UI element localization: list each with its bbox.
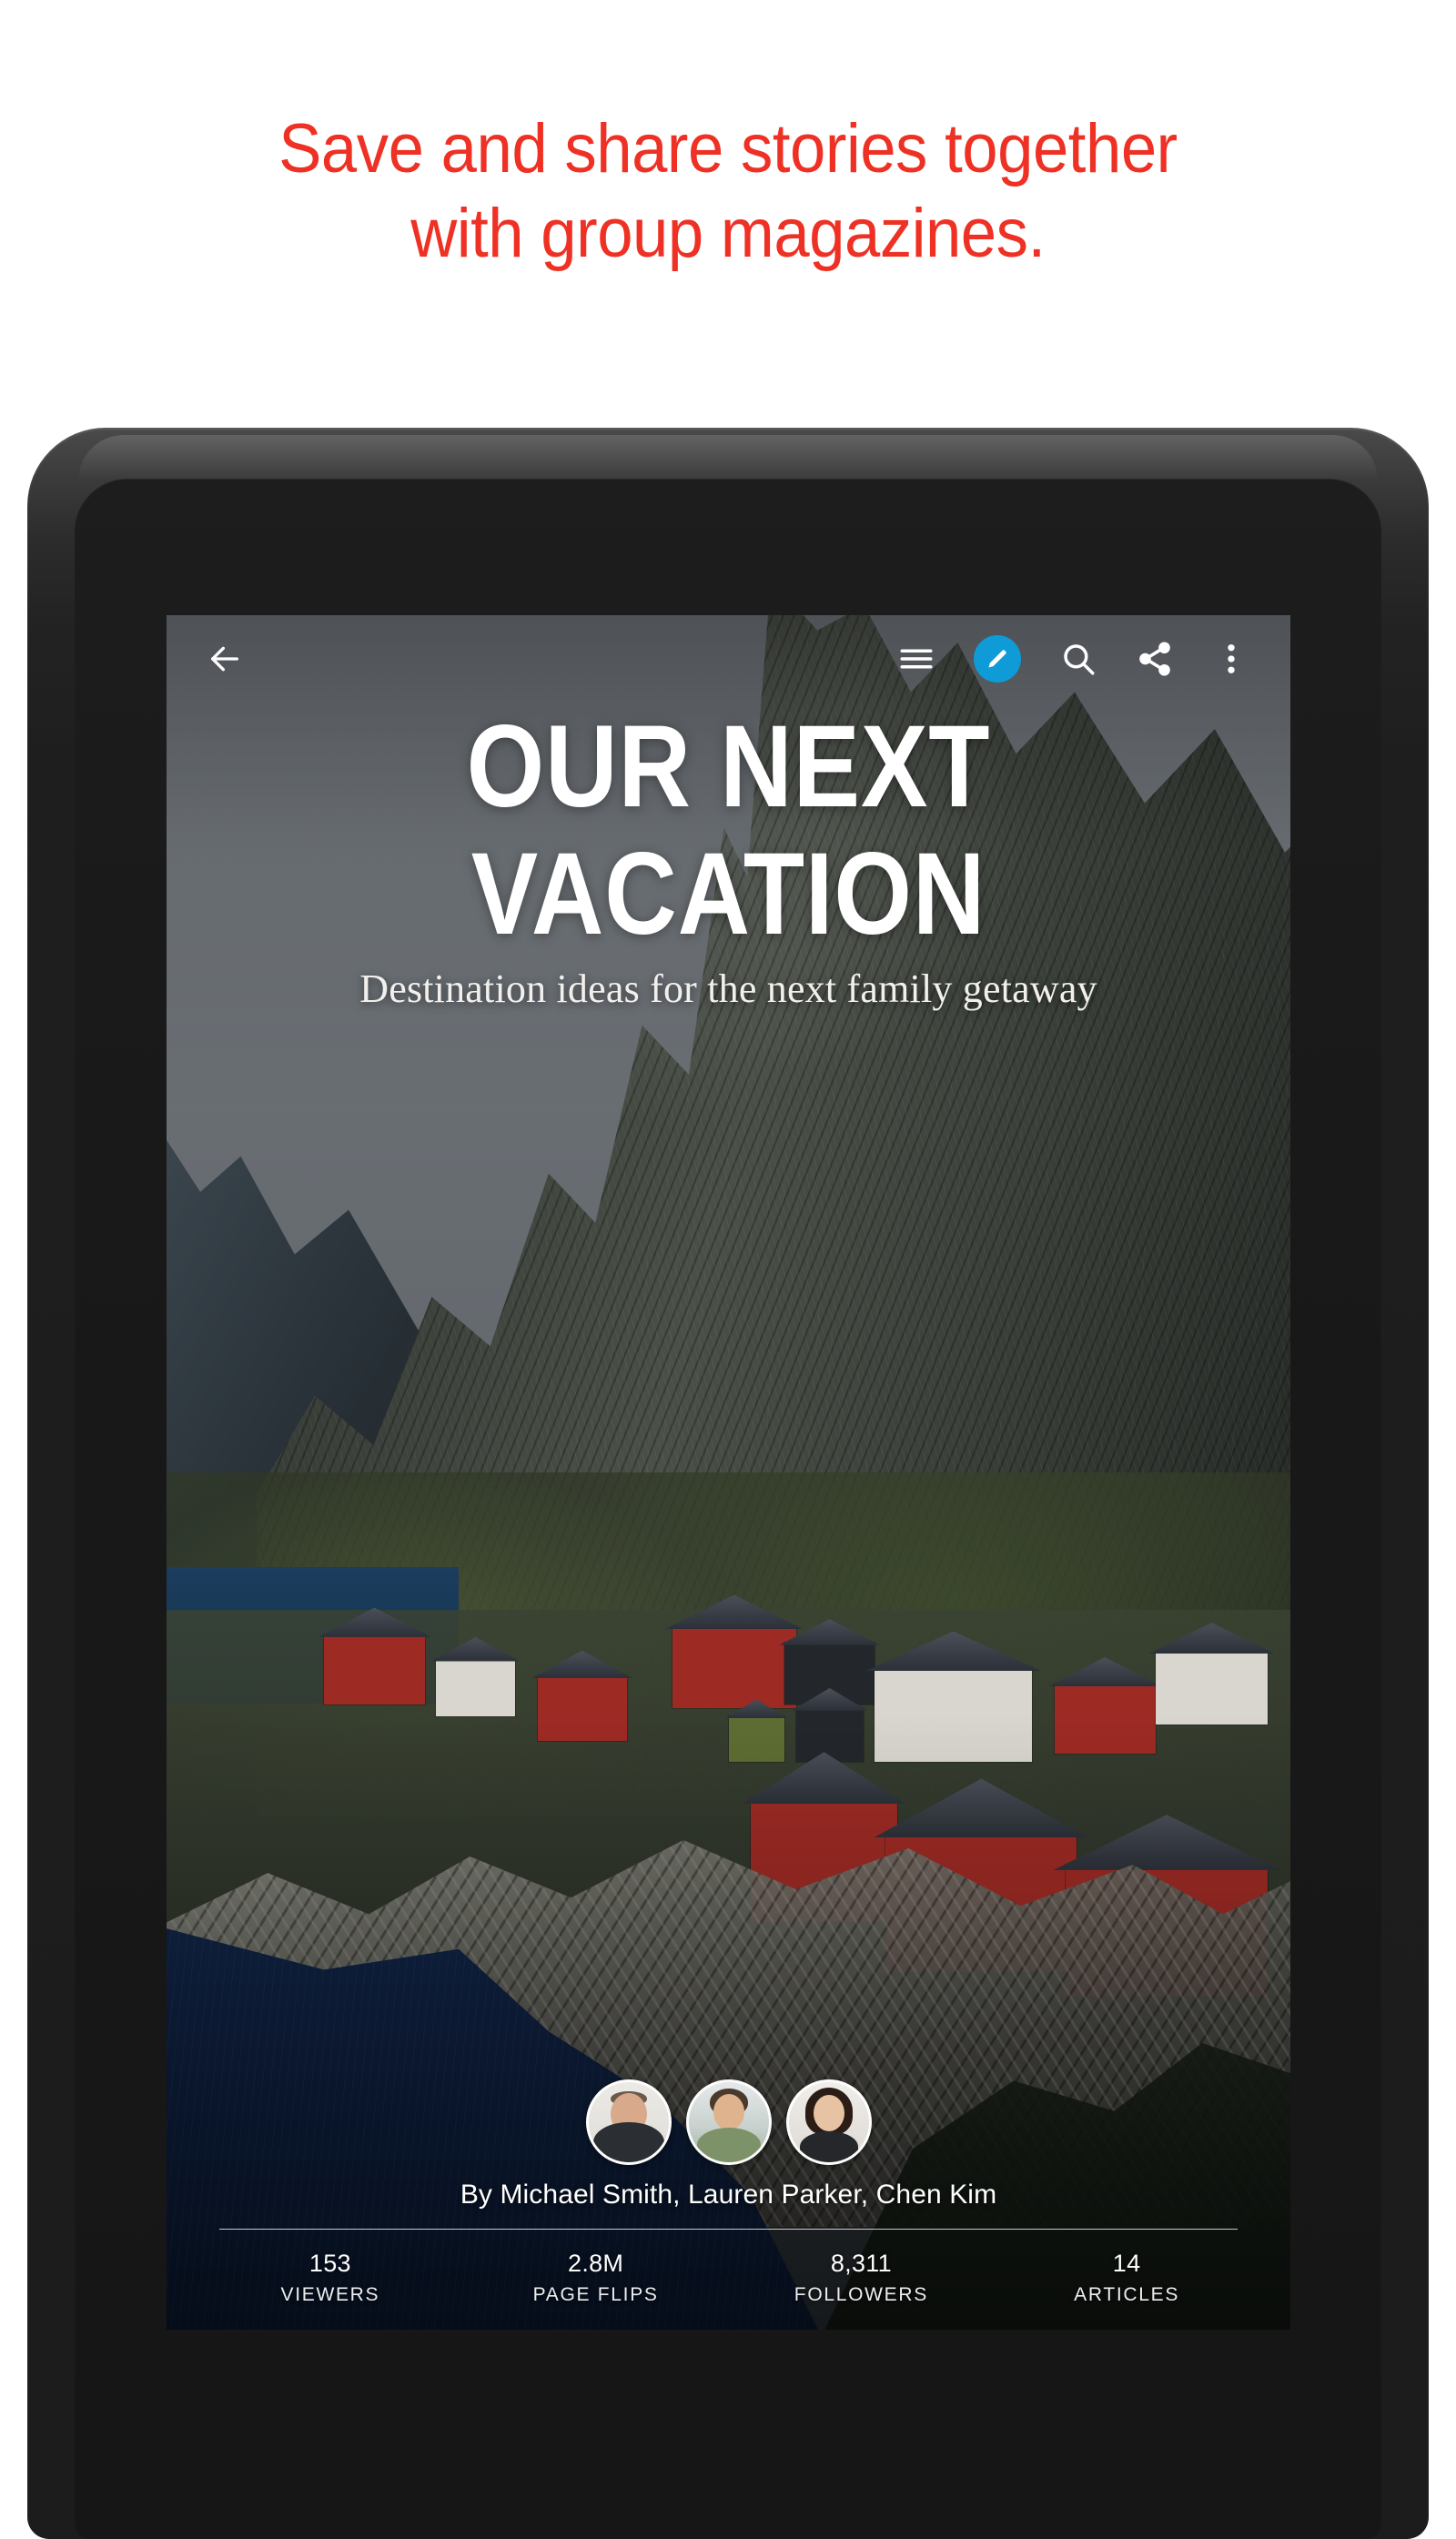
promo-headline: Save and share stories together with gro… [51,107,1405,276]
magazine-title: OUR NEXT VACATION [245,703,1211,957]
photo-house-white [431,1636,520,1717]
stat-label: PAGE FLIPS [532,2284,659,2305]
photo-house-red [1047,1656,1162,1754]
avatar[interactable] [685,2079,772,2165]
photo-house-red [531,1650,633,1742]
stat-label: FOLLOWERS [794,2284,928,2305]
back-arrow-icon[interactable] [207,641,243,677]
footer-divider [219,2229,1238,2230]
stat-value: 8,311 [830,2250,892,2277]
contributor-avatars [167,2079,1290,2165]
edit-pencil-button[interactable] [974,635,1021,683]
cover-footer: By Michael Smith, Lauren Parker, Chen Ki… [167,2079,1290,2330]
search-icon[interactable] [1059,640,1097,678]
more-options-icon[interactable] [1212,640,1250,678]
photo-house-dark [792,1687,868,1762]
stat-value: 2.8M [568,2250,624,2277]
photo-house-red [318,1607,431,1704]
magazine-stats: 153 VIEWERS 2.8M PAGE FLIPS 8,311 FOLLOW… [167,2250,1290,2306]
photo-house-green [724,1699,788,1762]
cover-toolbar [167,615,1290,703]
magazine-title-line-2: VACATION [470,828,986,959]
toolbar-actions [897,635,1250,683]
stat-value: 14 [1112,2250,1141,2277]
promo-headline-line-1: Save and share stories together [278,110,1178,187]
photo-house-white-large [864,1631,1042,1762]
stat-label: ARTICLES [1074,2284,1180,2305]
stat-label: VIEWERS [280,2284,380,2305]
photo-house-red [664,1594,804,1709]
stat-item: 8,311 FOLLOWERS [729,2250,995,2306]
table-of-contents-icon[interactable] [897,640,935,678]
tablet-bezel-highlight [78,435,1378,480]
stat-item: 153 VIEWERS [197,2250,463,2306]
stat-value: 153 [308,2250,351,2277]
avatar[interactable] [585,2079,672,2165]
share-icon[interactable] [1136,640,1174,678]
stat-item: 14 ARTICLES [994,2250,1259,2306]
promo-headline-line-2: with group magazines. [410,194,1046,272]
magazine-title-line-1: OUR NEXT [466,702,991,832]
byline: By Michael Smith, Lauren Parker, Chen Ki… [460,2180,997,2210]
avatar[interactable] [785,2079,872,2165]
tablet-screen: OUR NEXT VACATION Destination ideas for … [167,615,1290,2330]
stat-item: 2.8M PAGE FLIPS [463,2250,729,2306]
photo-house-white [1148,1623,1275,1725]
magazine-subtitle: Destination ideas for the next family ge… [359,966,1097,1011]
